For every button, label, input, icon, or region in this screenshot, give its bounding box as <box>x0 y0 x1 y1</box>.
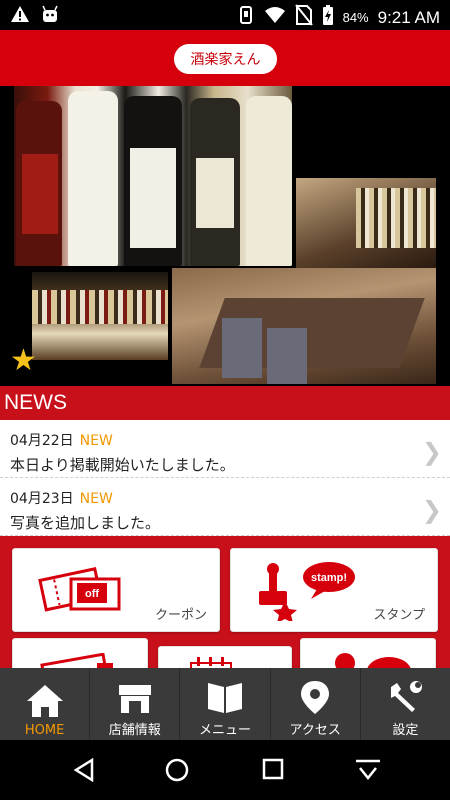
wrench-icon <box>385 679 425 715</box>
warning-icon <box>10 5 30 27</box>
chevron-right-icon: ❯ <box>421 438 442 466</box>
recents-icon[interactable] <box>262 758 284 784</box>
status-bar: 84% 9:21 AM <box>0 0 450 30</box>
tab-menu[interactable]: メニュー <box>180 668 271 740</box>
hero-photo-collage[interactable]: ★ <box>0 86 450 386</box>
stamp-icon: stamp! <box>259 559 359 625</box>
battery-percent: 84% <box>342 10 369 25</box>
stamp-text: stamp! <box>311 572 347 584</box>
tab-access[interactable]: アクセス <box>271 668 361 740</box>
menu-grid: off クーポン stamp! スタンプ <box>0 536 450 668</box>
coupon-icon: off <box>37 563 127 623</box>
stamp-tile[interactable]: stamp! スタンプ <box>230 548 438 632</box>
coupon-icon <box>37 652 117 668</box>
tab-shop-info[interactable]: 店舗情報 <box>90 668 181 740</box>
menu-tile-3[interactable] <box>12 638 148 668</box>
stamp-icon <box>331 649 411 668</box>
tab-label: メニュー <box>199 723 252 738</box>
sake-bottles-photo <box>14 86 292 266</box>
news-date: 04月23日 <box>10 491 74 507</box>
back-icon[interactable] <box>72 757 96 786</box>
vibrate-icon <box>237 5 255 30</box>
store-name-badge[interactable]: 酒楽家えん <box>174 44 277 74</box>
app-header: 酒楽家えん <box>0 30 450 86</box>
menu-tile-5[interactable] <box>300 638 436 668</box>
tab-settings[interactable]: 設定 <box>361 668 450 740</box>
news-date: 04月22日 <box>10 433 74 449</box>
news-item[interactable]: 04月23日 NEW 写真を追加しました。 ❯ <box>0 478 450 536</box>
home-circle-icon[interactable] <box>165 758 189 786</box>
news-heading: NEWS <box>0 386 450 420</box>
no-sim-icon <box>294 4 313 31</box>
bottom-tab-bar: HOME 店舗情報 メニュー アクセス 設定 <box>0 668 450 740</box>
favorite-star-icon[interactable]: ★ <box>10 346 37 376</box>
coupon-tile[interactable]: off クーポン <box>12 548 220 632</box>
tab-label: アクセス <box>289 723 341 738</box>
tab-label: 店舗情報 <box>108 723 161 738</box>
tab-home[interactable]: HOME <box>0 668 91 740</box>
android-icon <box>40 5 60 27</box>
off-text: off <box>85 588 99 600</box>
calendar-icon <box>189 657 259 668</box>
new-badge: NEW <box>79 491 113 507</box>
home-icon <box>25 683 65 719</box>
stamp-label: スタンプ <box>373 608 425 623</box>
tab-label: 設定 <box>392 723 419 738</box>
coupon-label: クーポン <box>154 608 207 623</box>
battery-icon <box>322 5 334 30</box>
new-badge: NEW <box>79 433 113 449</box>
news-text: 写真を追加しました。 <box>10 514 161 532</box>
news-item[interactable]: 04月22日 NEW 本日より掲載開始いたしました。 ❯ <box>0 420 450 478</box>
news-text: 本日より掲載開始いたしました。 <box>10 456 235 474</box>
system-nav-bar <box>0 740 450 800</box>
wifi-icon <box>264 6 286 29</box>
news-list: 04月22日 NEW 本日より掲載開始いたしました。 ❯ 04月23日 NEW 写真… <box>0 420 450 536</box>
bar-counter-photo <box>32 272 168 360</box>
chevron-right-icon: ❯ <box>421 496 442 524</box>
book-icon <box>205 679 245 715</box>
tab-label: HOME <box>24 723 65 738</box>
location-pin-icon <box>295 679 335 715</box>
shop-icon <box>115 679 155 715</box>
bar-shelf-photo <box>296 178 436 268</box>
menu-tile-4[interactable] <box>158 646 292 668</box>
dining-room-photo <box>172 268 436 384</box>
hide-keyboard-icon[interactable] <box>354 758 382 786</box>
clock: 9:21 AM <box>377 7 440 27</box>
